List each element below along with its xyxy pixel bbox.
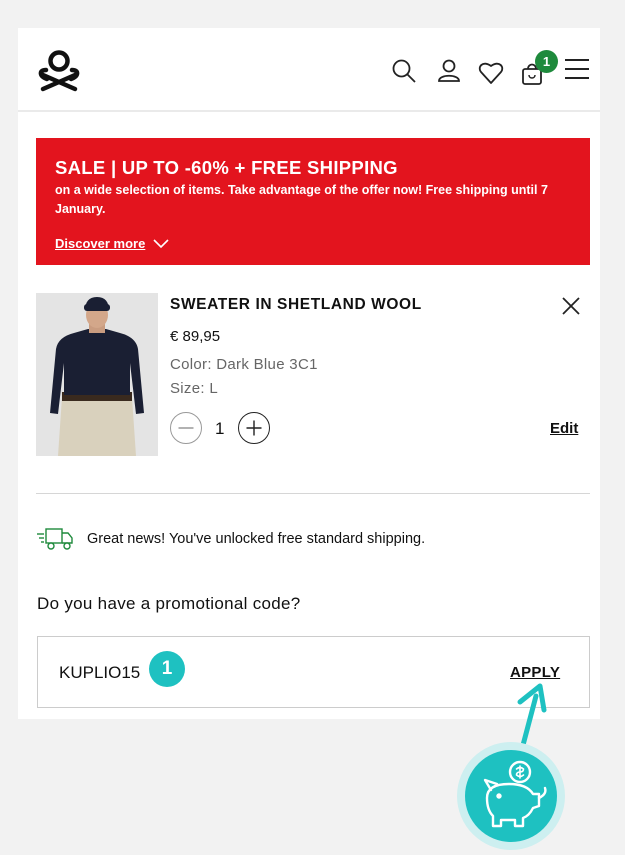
piggy-bank-icon	[483, 760, 547, 828]
quantity-decrease-button[interactable]	[170, 412, 202, 444]
sale-title: SALE | UP TO -60% + FREE SHIPPING	[55, 157, 398, 178]
divider	[36, 493, 590, 494]
sale-banner: SALE | UP TO -60% + FREE SHIPPING on a w…	[36, 138, 590, 265]
piggy-bank-button[interactable]	[465, 750, 557, 842]
site-header: 1	[18, 28, 600, 112]
product-size: Size: L	[170, 380, 218, 397]
discover-more-link[interactable]: Discover more	[55, 236, 169, 251]
sale-description: on a wide selection of items. Take advan…	[55, 183, 548, 216]
promo-code-question: Do you have a promotional code?	[37, 594, 301, 613]
quantity-value: 1	[215, 419, 225, 438]
product-photo	[36, 293, 158, 456]
product-price: € 89,95	[170, 328, 221, 345]
brand-logo[interactable]	[37, 48, 81, 92]
savings-widget[interactable]	[457, 742, 565, 850]
cart-count-badge: 1	[535, 50, 558, 73]
edit-item-link[interactable]: Edit	[550, 420, 578, 437]
delivery-truck-icon	[37, 528, 73, 550]
quantity-increase-button[interactable]	[238, 412, 270, 444]
discover-more-label: Discover more	[55, 236, 146, 251]
chevron-down-icon	[153, 238, 169, 248]
promo-code-value[interactable]: KUPLIO15	[59, 663, 140, 683]
remove-item-icon[interactable]	[561, 296, 581, 316]
free-shipping-message: Great news! You've unlocked free standar…	[87, 531, 426, 547]
step-number-badge: 1	[149, 651, 185, 687]
user-icon[interactable]	[436, 58, 462, 84]
search-icon[interactable]	[391, 58, 417, 84]
cart-panel: 1 SALE | UP TO -60% + FREE SHIPPING on a…	[18, 28, 600, 719]
heart-icon[interactable]	[478, 60, 504, 86]
product-name[interactable]: SWEATER IN SHETLAND WOOL	[170, 296, 422, 314]
product-image[interactable]	[36, 293, 158, 456]
menu-icon[interactable]	[564, 57, 590, 81]
product-color: Color: Dark Blue 3C1	[170, 356, 318, 373]
